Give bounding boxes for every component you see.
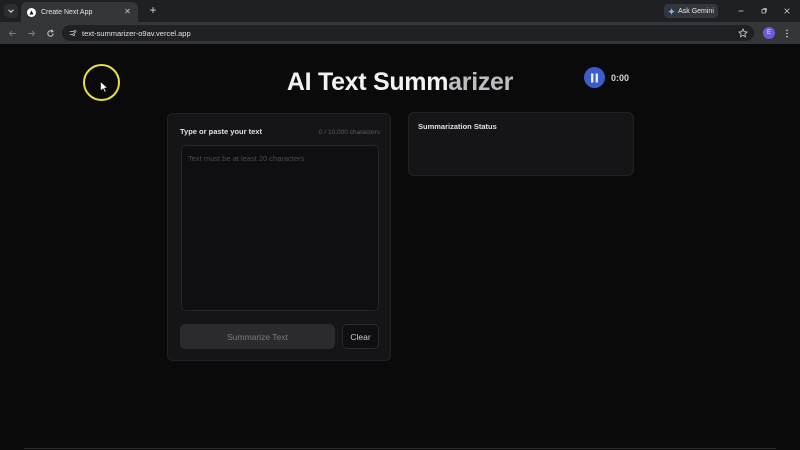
pause-recording-button[interactable]	[584, 67, 605, 88]
close-window-icon	[784, 8, 790, 14]
reload-button[interactable]	[43, 26, 57, 40]
browser-tab-strip: Create Next App ✕ + Ask Gemini	[0, 0, 800, 22]
profile-avatar[interactable]: E	[763, 27, 775, 39]
text-input-label: Type or paste your text	[180, 127, 262, 136]
address-bar[interactable]: text-summarizer-o9av.vercel.app	[62, 25, 754, 41]
arrow-right-icon	[27, 30, 35, 36]
close-window-button[interactable]	[780, 4, 794, 18]
bookmark-star-icon[interactable]	[738, 28, 748, 38]
browser-menu-button[interactable]	[781, 26, 793, 40]
pause-icon	[591, 73, 598, 82]
forward-button[interactable]	[24, 26, 38, 40]
status-card-title: Summarization Status	[418, 122, 497, 131]
restore-icon	[761, 8, 767, 14]
summarization-status-card: Summarization Status	[408, 112, 634, 176]
close-icon[interactable]: ✕	[123, 8, 132, 17]
nextjs-favicon-icon	[27, 7, 36, 17]
reload-icon	[46, 29, 54, 37]
chevron-down-icon	[8, 9, 14, 13]
tab-title: Create Next App	[41, 8, 93, 16]
recording-timer: 0:00	[611, 72, 630, 83]
new-tab-button[interactable]: +	[146, 4, 160, 18]
screen-recorder-widget: 0:00	[584, 67, 629, 88]
minimize-icon	[738, 10, 744, 12]
more-vertical-icon	[786, 29, 788, 37]
page-title: AI Text Summarizer	[0, 68, 800, 97]
restore-button[interactable]	[757, 4, 771, 18]
url-text: text-summarizer-o9av.vercel.app	[82, 28, 191, 38]
page-title-part-2: arizer	[448, 68, 514, 96]
minimize-button[interactable]	[734, 4, 748, 18]
back-button[interactable]	[5, 26, 19, 40]
browser-toolbar: text-summarizer-o9av.vercel.app E	[0, 22, 800, 44]
page-title-part-1: AI Text Summ	[286, 68, 449, 96]
text-input-card: Type or paste your text 0 / 10,000 chara…	[167, 113, 391, 361]
ask-gemini-button[interactable]: Ask Gemini	[664, 4, 718, 18]
text-input-area[interactable]	[181, 145, 379, 311]
site-info-icon[interactable]	[68, 28, 78, 38]
clear-button[interactable]: Clear	[342, 324, 379, 349]
bottom-divider	[24, 448, 776, 449]
character-count: 0 / 10,000 characters	[318, 129, 380, 136]
gemini-sparkle-icon	[668, 7, 676, 15]
input-card-header: Type or paste your text 0 / 10,000 chara…	[180, 127, 380, 136]
browser-tab[interactable]: Create Next App ✕	[21, 2, 138, 22]
tab-search-button[interactable]	[4, 4, 18, 18]
summarize-button[interactable]: Summarize Text	[180, 324, 335, 349]
arrow-left-icon	[8, 30, 16, 36]
ask-gemini-label: Ask Gemini	[678, 7, 714, 15]
